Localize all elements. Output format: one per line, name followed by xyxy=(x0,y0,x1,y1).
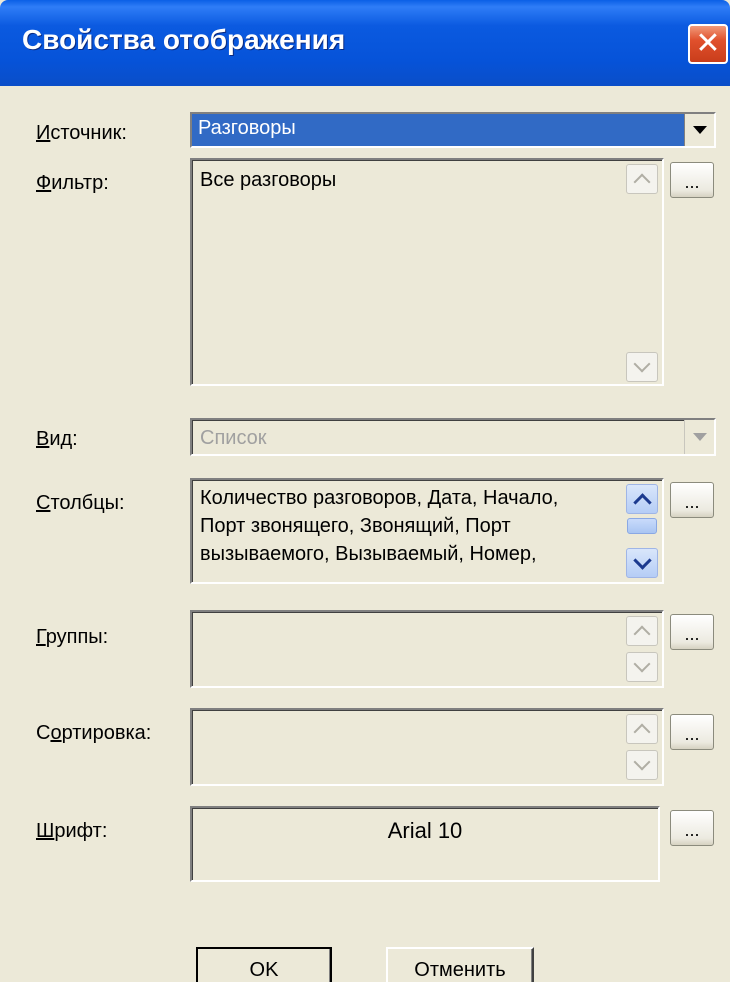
chevron-down-icon xyxy=(633,655,651,673)
dialog-window: Свойства отображения ✕ Источник: Разгово… xyxy=(0,0,730,982)
filter-value: Все разговоры xyxy=(200,169,337,191)
close-icon: ✕ xyxy=(695,27,721,60)
source-label: Источник: xyxy=(36,122,127,144)
groups-scroll-down-button[interactable] xyxy=(626,652,658,682)
view-combobox: Список xyxy=(190,418,716,456)
source-combobox[interactable]: Разговоры xyxy=(190,112,716,148)
font-browse-button[interactable]: ... xyxy=(670,810,714,846)
groups-browse-button[interactable]: ... xyxy=(670,614,714,650)
sort-textbox[interactable] xyxy=(190,708,664,786)
filter-label: Фильтр: xyxy=(36,172,109,194)
chevron-up-icon xyxy=(633,625,651,643)
chevron-up-icon xyxy=(632,492,652,512)
filter-scroll-down-button[interactable] xyxy=(626,352,658,382)
view-dropdown-button xyxy=(684,420,714,454)
filter-browse-button[interactable]: ... xyxy=(670,162,714,198)
source-dropdown-button[interactable] xyxy=(684,114,714,146)
sort-browse-button[interactable]: ... xyxy=(670,714,714,750)
filter-textbox[interactable]: Все разговоры xyxy=(190,158,664,386)
font-label: Шрифт: xyxy=(36,820,108,842)
groups-scroll-up-button[interactable] xyxy=(626,616,658,646)
chevron-up-icon xyxy=(633,723,651,741)
groups-textbox[interactable] xyxy=(190,610,664,688)
sort-scroll-down-button[interactable] xyxy=(626,750,658,780)
sort-label: Сортировка: xyxy=(36,722,152,744)
chevron-down-icon xyxy=(692,433,707,441)
cancel-button[interactable]: Отменить xyxy=(386,947,534,982)
view-label: Вид: xyxy=(36,428,78,450)
columns-textbox[interactable]: Количество разговоров, Дата, Начало, Пор… xyxy=(190,478,664,584)
chevron-down-icon xyxy=(633,753,651,771)
columns-line: Количество разговоров, Дата, Начало, xyxy=(200,487,559,509)
columns-value: Количество разговоров, Дата, Начало, Пор… xyxy=(200,484,618,568)
chevron-up-icon xyxy=(633,173,651,191)
title-bar[interactable]: Свойства отображения ✕ xyxy=(0,0,730,86)
close-button[interactable]: ✕ xyxy=(688,24,728,64)
columns-line: Порт звонящего, Звонящий, Порт xyxy=(200,515,511,537)
columns-scroll-down-button[interactable] xyxy=(626,548,658,578)
filter-scroll-up-button[interactable] xyxy=(626,164,658,194)
columns-label: Столбцы: xyxy=(36,492,125,514)
columns-scroll-up-button[interactable] xyxy=(626,484,658,514)
columns-scroll-thumb[interactable] xyxy=(627,518,657,534)
view-value: Список xyxy=(200,427,267,449)
source-selected-value: Разговоры xyxy=(192,114,684,146)
sort-scroll-up-button[interactable] xyxy=(626,714,658,744)
columns-browse-button[interactable]: ... xyxy=(670,482,714,518)
chevron-down-icon xyxy=(692,126,707,134)
font-display: Arial 10 xyxy=(190,806,660,882)
font-value: Arial 10 xyxy=(387,818,463,843)
chevron-down-icon xyxy=(632,550,652,570)
columns-line: вызываемого, Вызываемый, Номер, xyxy=(200,543,537,565)
groups-label: Группы: xyxy=(36,626,109,648)
ok-button[interactable]: OK xyxy=(196,947,332,982)
chevron-down-icon xyxy=(633,355,651,373)
window-title: Свойства отображения xyxy=(22,24,346,55)
